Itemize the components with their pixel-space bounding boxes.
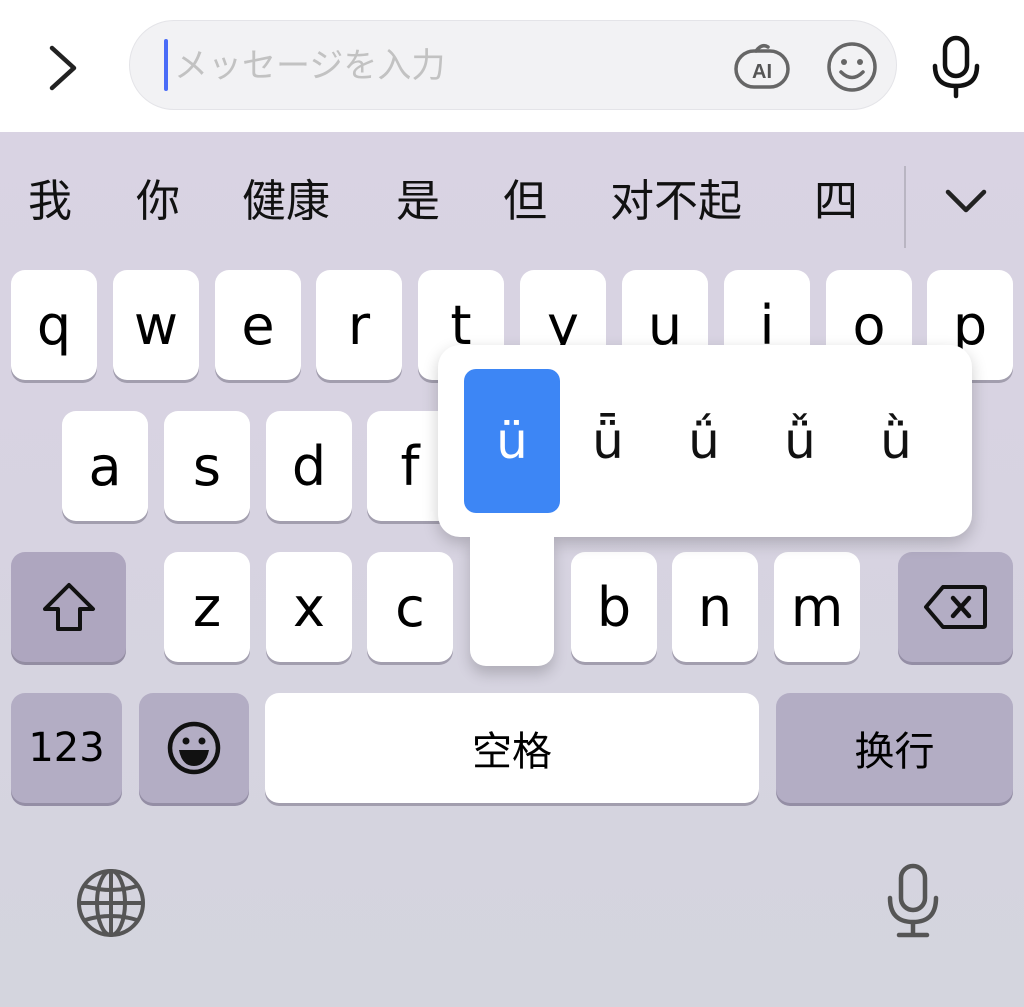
delete-key[interactable]	[898, 552, 1013, 662]
chevron-down-icon[interactable]	[938, 182, 994, 222]
candidate-item[interactable]: 是	[396, 172, 440, 232]
numbers-key[interactable]: 123	[11, 693, 122, 803]
candidate-item[interactable]: 四	[814, 172, 858, 232]
key-q[interactable]: q	[11, 270, 97, 380]
shift-arrow-icon	[42, 583, 95, 631]
key-b[interactable]: b	[571, 552, 657, 662]
accent-popup: ü ǖ ǘ ǚ ǜ	[438, 345, 972, 537]
candidate-item[interactable]: 健康	[242, 172, 330, 232]
accent-option[interactable]: ǜ	[848, 369, 944, 513]
ai-label: AI	[752, 61, 772, 83]
microphone-icon[interactable]	[884, 862, 942, 940]
return-key[interactable]: 换行	[776, 693, 1013, 803]
text-caret	[164, 39, 168, 91]
backspace-icon	[923, 585, 987, 629]
microphone-icon[interactable]	[926, 34, 986, 100]
key-a[interactable]: a	[62, 411, 148, 521]
space-key[interactable]: 空格	[265, 693, 759, 803]
candidate-item[interactable]: 对不起	[610, 172, 742, 232]
key-z[interactable]: z	[164, 552, 250, 662]
message-input[interactable]	[172, 31, 696, 101]
accent-option[interactable]: ǖ	[560, 369, 656, 513]
candidate-divider	[904, 166, 906, 248]
key-e[interactable]: e	[215, 270, 301, 380]
candidate-item[interactable]: 但	[503, 172, 547, 232]
candidate-item[interactable]: 你	[136, 172, 180, 232]
message-bar: AI	[0, 0, 1024, 132]
globe-icon[interactable]	[74, 866, 148, 940]
shift-key[interactable]	[11, 552, 126, 662]
key-s[interactable]: s	[164, 411, 250, 521]
emoji-face-icon	[167, 721, 221, 775]
ai-assist-icon[interactable]: AI	[732, 39, 792, 95]
key-c[interactable]: c	[367, 552, 453, 662]
candidate-item[interactable]: 我	[28, 172, 72, 232]
key-r[interactable]: r	[316, 270, 402, 380]
emoji-key[interactable]	[139, 693, 249, 803]
smiley-icon[interactable]	[824, 39, 880, 95]
message-field[interactable]: AI	[129, 20, 897, 110]
accent-option[interactable]: ǘ	[656, 369, 752, 513]
accent-option[interactable]: ǚ	[752, 369, 848, 513]
key-d[interactable]: d	[266, 411, 352, 521]
accent-option[interactable]: ü	[464, 369, 560, 513]
candidate-bar: 我 你 健康 是 但 对不起 四	[0, 160, 1024, 250]
key-x[interactable]: x	[266, 552, 352, 662]
chevron-right-icon[interactable]	[36, 40, 88, 96]
key-n[interactable]: n	[672, 552, 758, 662]
key-w[interactable]: w	[113, 270, 199, 380]
key-m[interactable]: m	[774, 552, 860, 662]
accent-popup-join	[470, 520, 554, 560]
